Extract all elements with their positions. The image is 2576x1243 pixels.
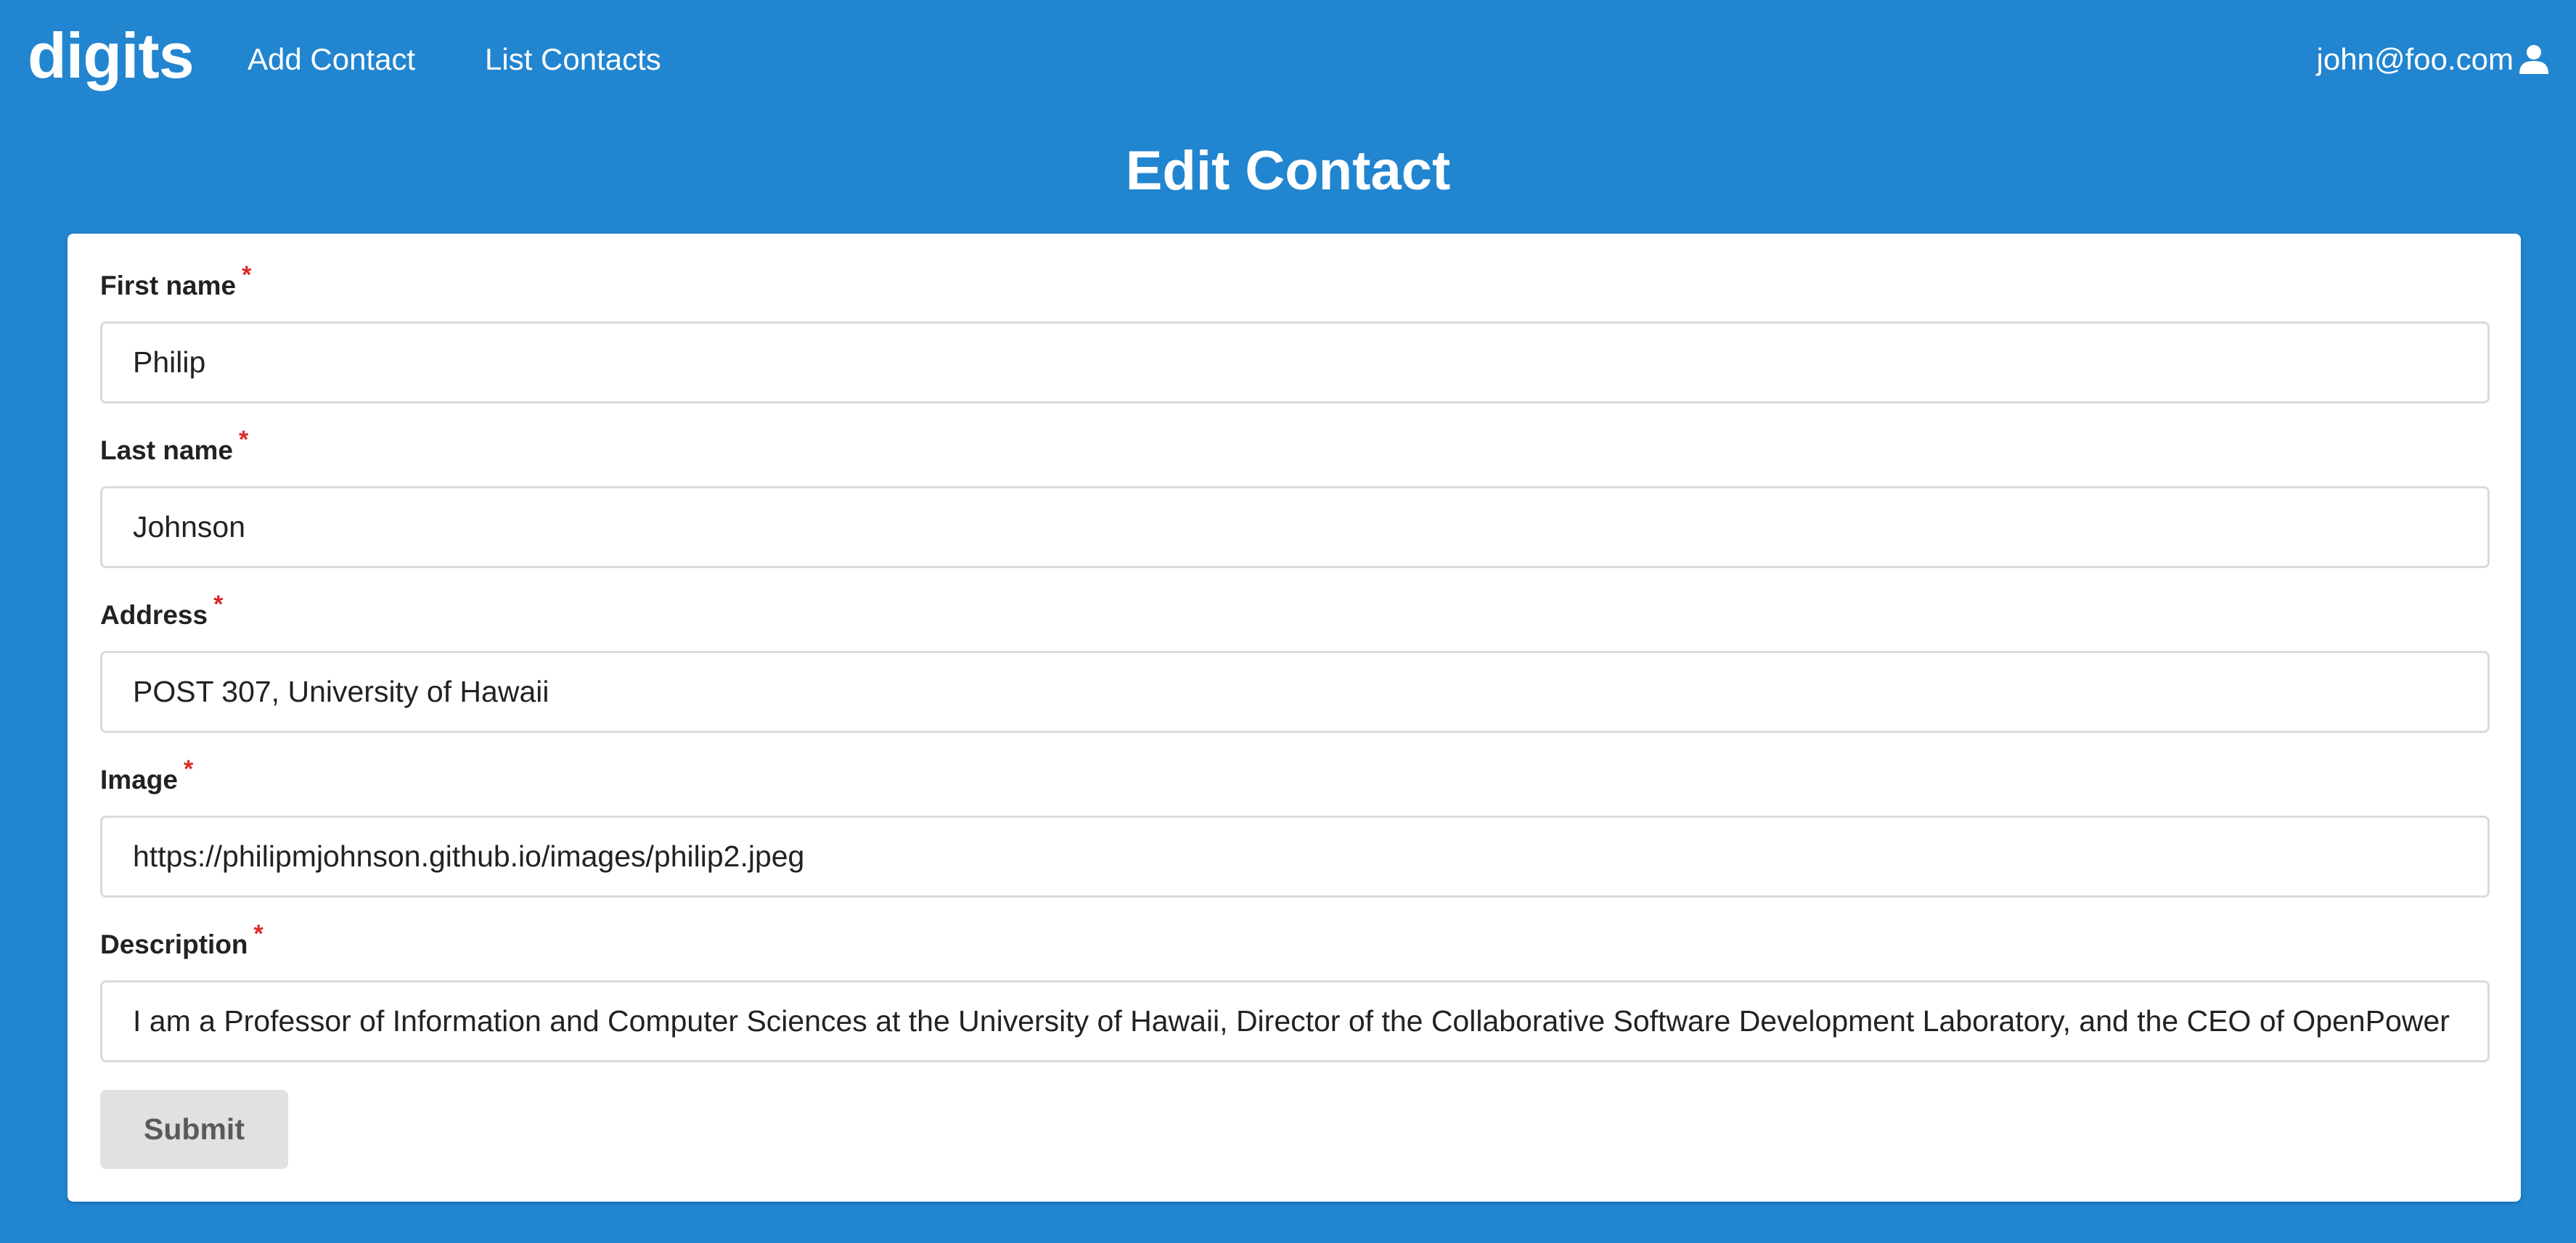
image-field: Image * bbox=[100, 755, 2490, 898]
first-name-field: First name * bbox=[100, 261, 2490, 403]
description-input[interactable] bbox=[100, 980, 2490, 1062]
top-navbar: digits Add Contact List Contacts john@fo… bbox=[0, 0, 2576, 118]
address-label: Address * bbox=[100, 591, 224, 630]
submit-button[interactable]: Submit bbox=[100, 1090, 288, 1169]
edit-contact-form: First name* Last name* Address* Image* D… bbox=[68, 234, 2521, 1202]
required-mark: * bbox=[213, 591, 224, 618]
nav-list-contacts[interactable]: List Contacts bbox=[485, 41, 661, 78]
image-label: Image * bbox=[100, 755, 194, 795]
nav-add-contact[interactable]: Add Contact bbox=[248, 41, 415, 78]
user-icon bbox=[2518, 44, 2550, 75]
description-field: Description * bbox=[100, 920, 2490, 1062]
image-url-input[interactable] bbox=[100, 816, 2490, 898]
address-input[interactable] bbox=[100, 651, 2490, 733]
page-title: Edit Contact bbox=[1125, 140, 1451, 202]
brand-logo[interactable]: digits bbox=[28, 16, 195, 96]
first-name-label: First name * bbox=[100, 261, 252, 300]
required-mark: * bbox=[239, 426, 249, 454]
user-email: john@foo.com bbox=[2316, 42, 2514, 76]
last-name-label: Last name * bbox=[100, 426, 249, 465]
last-name-input[interactable] bbox=[100, 486, 2490, 568]
required-mark: * bbox=[253, 920, 263, 948]
user-menu[interactable]: john@foo.com bbox=[2317, 41, 2550, 78]
first-name-input[interactable] bbox=[100, 321, 2490, 403]
address-field: Address * bbox=[100, 591, 2490, 733]
required-mark: * bbox=[183, 755, 194, 783]
required-mark: * bbox=[242, 261, 252, 289]
description-label: Description * bbox=[100, 920, 263, 959]
last-name-field: Last name * bbox=[100, 426, 2490, 568]
